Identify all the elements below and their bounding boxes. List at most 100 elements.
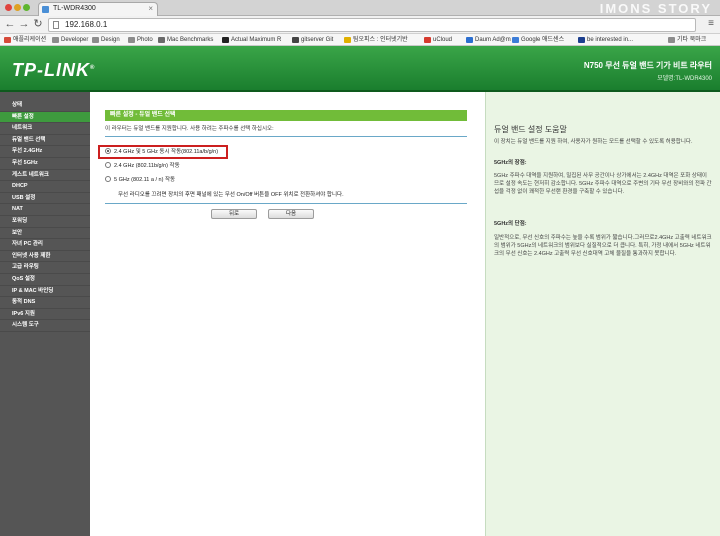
sidebar-item[interactable]: 인터넷 사용 제한: [0, 251, 90, 263]
minimize-window-icon[interactable]: [14, 4, 21, 11]
bookmark-item[interactable]: Photo: [128, 35, 153, 45]
radio-5g[interactable]: [105, 175, 111, 182]
sidebar-item[interactable]: 상태: [0, 100, 90, 112]
sidebar-item[interactable]: USB 설정: [0, 193, 90, 205]
bookmark-icon: [466, 37, 473, 43]
bookmark-item[interactable]: Google 애드센스: [512, 35, 564, 45]
sidebar-item[interactable]: 빠른 설정: [0, 111, 90, 124]
tab-close-icon[interactable]: ×: [148, 3, 153, 15]
bookmark-item[interactable]: gitserver Git: [292, 35, 333, 45]
router-header: TP-LINK® N750 무선 듀얼 밴드 기가 비트 라우터 모델명:TL-…: [0, 46, 720, 92]
router-page: TP-LINK® N750 무선 듀얼 밴드 기가 비트 라우터 모델명:TL-…: [0, 46, 720, 536]
bookmark-icon: [52, 37, 59, 43]
sidebar-item[interactable]: NAT: [0, 204, 90, 216]
bookmark-item[interactable]: Developer: [52, 35, 88, 45]
divider-top: [105, 136, 467, 137]
screen: TL-WDR4300 × IMONS STORY ← → ↻ 192.168.0…: [0, 0, 720, 536]
bookmark-item[interactable]: 기타 북마크: [668, 35, 706, 45]
bookmark-item[interactable]: 애플리케이션: [4, 35, 46, 45]
section-title: 빠른 설정 - 듀얼 밴드 선택: [105, 110, 467, 121]
bookmark-icon: [158, 37, 165, 43]
help-5g-pros-text: 5GHz 주파수 대역을 지원하여, 밀집된 사무 공간이나 상가에서는 2.4…: [494, 173, 712, 195]
back-arrow-icon[interactable]: ←: [4, 18, 16, 31]
menu-wrench-icon[interactable]: ≡: [708, 18, 714, 29]
browser-toolbar: ← → ↻ 192.168.0.1 ≡: [0, 16, 720, 34]
zoom-window-icon[interactable]: [23, 4, 30, 11]
bookmark-item[interactable]: 팀오피스 : 인터넷기반: [344, 35, 408, 45]
forward-arrow-icon[interactable]: →: [18, 18, 30, 31]
bookmark-icon: [424, 37, 431, 43]
bookmark-icon: [128, 37, 135, 43]
sidebar-item[interactable]: 네트워크: [0, 123, 90, 135]
bookmark-label: Design: [101, 37, 120, 43]
content-area: 상태 빠른 설정 네트워크 듀얼 밴드 선택 무선 2.4GHz 무선 5GHz 게스트 네…: [0, 92, 720, 536]
tp-link-logo: TP-LINK®: [12, 60, 96, 80]
sidebar-item[interactable]: 보안: [0, 228, 90, 240]
option-5g-label: 5 GHz (802.11 a / n) 작동: [114, 177, 176, 183]
bookmark-label: Actual Maximum R: [231, 37, 282, 43]
help-5g-cons-text: 일반적으로, 무선 신호의 주파수는 높을 수록 범위가 짧습니다.그러므로2.…: [494, 235, 712, 257]
reload-icon[interactable]: ↻: [32, 18, 44, 31]
bookmark-label: Daum Ad@m: [475, 37, 511, 43]
bookmark-item[interactable]: Design: [92, 35, 120, 45]
sidebar-item[interactable]: 무선 2.4GHz: [0, 146, 90, 158]
bookmark-icon: [92, 37, 99, 43]
next-button[interactable]: 다음: [268, 209, 314, 219]
watermark-text: IMONS STORY: [599, 1, 712, 16]
option-2g[interactable]: 2.4 GHz (802.11b/g/n) 작동: [105, 161, 180, 170]
bookmark-icon: [668, 37, 675, 43]
tab-favicon-icon: [42, 6, 49, 13]
back-button[interactable]: 뒤로: [211, 209, 257, 219]
bookmark-item[interactable]: be interested in...: [578, 35, 633, 45]
radio-2g[interactable]: [105, 161, 111, 168]
help-5g-pros-heading: 5GHz의 장점:: [494, 160, 527, 166]
bookmark-item[interactable]: Actual Maximum R: [222, 35, 281, 45]
sidebar-item[interactable]: 자녀 PC 관리: [0, 239, 90, 251]
radio-dual-band[interactable]: [105, 147, 111, 154]
sidebar-item[interactable]: 포워딩: [0, 216, 90, 228]
bookmark-item[interactable]: Daum Ad@m: [466, 35, 511, 45]
radio-off-note: 무선 라디오를 끄려면 장치의 후면 패널에 있는 무선 On/Off 버튼을 …: [118, 192, 344, 198]
sidebar-item[interactable]: 무선 5GHz: [0, 158, 90, 170]
bookmark-icon: [292, 37, 299, 43]
page-icon: [53, 21, 59, 29]
bookmarks-bar: 애플리케이션 Developer Design Photo Mac Benchmarks…: [0, 34, 720, 46]
bookmark-label: Mac Benchmarks: [167, 37, 214, 43]
sidebar-item[interactable]: 동적 DNS: [0, 297, 90, 309]
bookmark-label: 팀오피스 : 인터넷기반: [353, 37, 408, 43]
sidebar-item[interactable]: 게스트 네트워크: [0, 170, 90, 182]
intro-text: 이 라우터는 듀얼 밴드를 지원합니다. 사용 하려는 주파수를 선택 하십시오…: [105, 126, 274, 132]
browser-tab[interactable]: TL-WDR4300 ×: [38, 2, 158, 16]
sidebar-item[interactable]: 고급 라우팅: [0, 262, 90, 274]
divider-bottom: [105, 203, 467, 204]
model-title: N750 무선 듀얼 밴드 기가 비트 라우터: [583, 61, 712, 70]
sidebar-item[interactable]: 시스템 도구: [0, 320, 90, 332]
bookmark-item[interactable]: uCloud: [424, 35, 452, 45]
bookmark-label: Photo: [137, 37, 153, 43]
option-dual-band[interactable]: 2.4 GHz 및 5 GHz 동시 작동(802.11a/b/g/n): [105, 147, 219, 156]
bookmark-label: gitserver Git: [301, 37, 334, 43]
bookmark-label: Developer: [61, 37, 89, 43]
bookmark-item[interactable]: Mac Benchmarks: [158, 35, 213, 45]
bookmark-label: be interested in...: [587, 37, 634, 43]
option-5g[interactable]: 5 GHz (802.11 a / n) 작동: [105, 175, 176, 184]
close-window-icon[interactable]: [5, 4, 12, 11]
option-dual-band-label: 2.4 GHz 및 5 GHz 동시 작동(802.11a/b/g/n): [114, 149, 219, 155]
bookmark-icon: [4, 37, 11, 43]
browser-tabstrip: TL-WDR4300 × IMONS STORY: [0, 0, 720, 16]
help-5g-cons-heading: 5GHz의 단점:: [494, 221, 527, 227]
bookmark-label: uCloud: [433, 37, 453, 43]
address-text: 192.168.0.1: [65, 20, 108, 29]
sidebar-spacer: [0, 92, 90, 100]
sidebar-item[interactable]: DHCP: [0, 181, 90, 193]
sidebar-item[interactable]: IP & MAC 바인딩: [0, 286, 90, 298]
bookmark-label: 애플리케이션: [13, 37, 47, 43]
bookmark-icon: [222, 37, 229, 43]
sidebar-item[interactable]: 듀얼 밴드 선택: [0, 135, 90, 147]
main-panel: 빠른 설정 - 듀얼 밴드 선택 이 라우터는 듀얼 밴드를 지원합니다. 사용…: [90, 92, 485, 536]
help-panel: 듀얼 밴드 설정 도움말 이 장치는 듀얼 밴드를 지원 하여, 사용자가 원하…: [485, 92, 720, 536]
sidebar-item[interactable]: QoS 설정: [0, 274, 90, 286]
address-bar[interactable]: 192.168.0.1: [48, 18, 696, 32]
help-intro: 이 장치는 듀얼 밴드를 지원 하여, 사용자가 원하는 모드를 선택할 수 있…: [494, 139, 693, 145]
sidebar-item[interactable]: IPv6 지원: [0, 309, 90, 321]
